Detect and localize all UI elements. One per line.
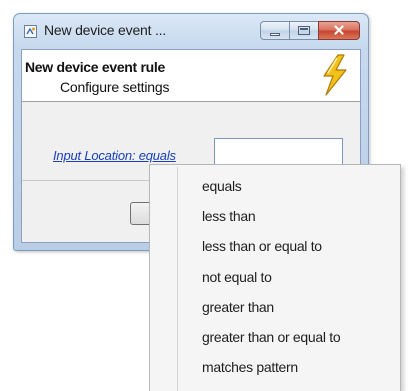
minimize-icon (270, 33, 280, 36)
maximize-icon (298, 26, 310, 35)
menu-item-less-than[interactable]: less than (202, 208, 256, 224)
menu-item-not-equal[interactable]: not equal to (202, 269, 272, 285)
window-title: New device event ... (44, 22, 167, 38)
menu-item-matches-pattern[interactable]: matches pattern (202, 359, 298, 375)
menu-gutter (177, 167, 178, 391)
app-icon[interactable] (24, 25, 37, 38)
minimize-button[interactable] (260, 21, 290, 40)
lightning-icon (323, 54, 347, 96)
menu-item-greater-than-or-equal[interactable]: greater than or equal to (202, 329, 341, 345)
page-subtitle: Configure settings (60, 79, 170, 95)
menu-item-greater-than[interactable]: greater than (202, 299, 274, 315)
maximize-button[interactable] (289, 21, 319, 40)
menu-item-equals[interactable]: equals (202, 178, 242, 194)
wizard-header: New device event rule Configure settings (22, 50, 360, 102)
operator-dropdown-menu: equals less than less than or equal to n… (149, 164, 401, 391)
page-title: New device event rule (25, 59, 165, 75)
caption-buttons (260, 21, 360, 41)
title-bar[interactable]: New device event ... (14, 14, 368, 48)
close-icon (334, 25, 344, 35)
condition-value-input[interactable] (214, 138, 343, 166)
close-button[interactable] (318, 21, 360, 40)
menu-item-less-than-or-equal[interactable]: less than or equal to (202, 238, 322, 254)
condition-field-operator-link[interactable]: Input Location: equals (53, 148, 176, 163)
